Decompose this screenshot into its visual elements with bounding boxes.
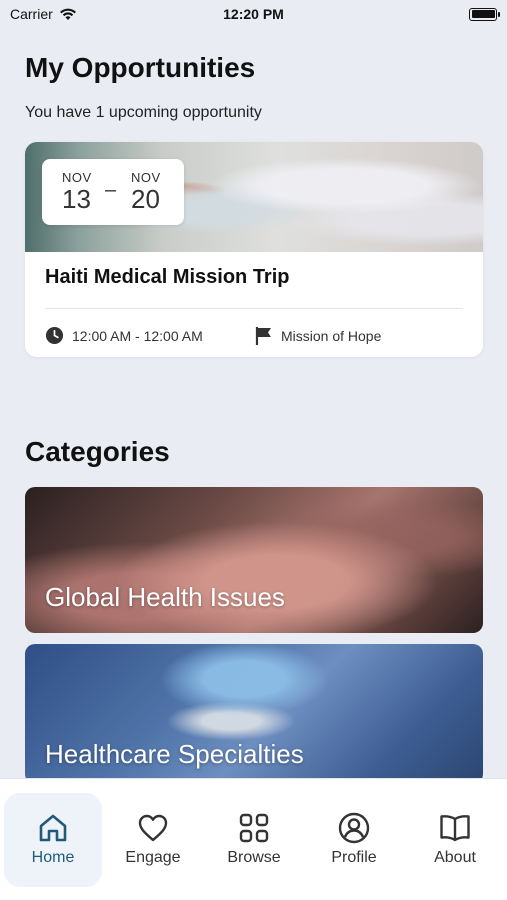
home-icon [39,814,67,842]
end-month: NOV [131,170,161,185]
date-range-badge: NOV 13 – NOV 20 [42,159,184,225]
heart-icon [138,814,168,842]
upcoming-count-text: You have 1 upcoming opportunity [25,104,262,121]
end-day: 20 [131,184,160,214]
start-day: 13 [62,184,91,214]
status-bar: Carrier 12:20 PM [0,0,507,28]
grid-icon [239,813,269,843]
battery-icon [469,7,500,21]
tab-about[interactable]: About [406,793,504,887]
tab-browse[interactable]: Browse [205,793,303,887]
opportunity-title: Haiti Medical Mission Trip [45,266,290,288]
category-global-health-issues[interactable]: Global Health Issues [25,487,483,633]
organization-text: Mission of Hope [281,328,382,344]
opportunity-time: 12:00 AM - 12:00 AM [45,326,203,345]
book-icon [440,815,470,842]
tab-label: Engage [125,849,181,866]
tab-engage[interactable]: Engage [104,793,202,887]
tab-home[interactable]: Home [4,793,102,887]
category-label: Global Health Issues [45,582,285,612]
wifi-icon [59,8,76,20]
opportunity-organization: Mission of Hope [255,326,381,346]
clock-icon [45,326,64,345]
tab-label: Profile [331,849,377,866]
category-healthcare-specialties[interactable]: Healthcare Specialties [25,644,483,784]
page-title: My Opportunities [25,52,256,83]
tab-label: About [434,849,476,866]
start-month: NOV [62,170,92,185]
categories-title: Categories [25,436,170,467]
carrier-label: Carrier [10,6,53,22]
tab-label: Home [31,849,75,866]
tab-label: Browse [227,849,281,866]
category-label: Healthcare Specialties [45,739,304,769]
date-separator: – [105,179,117,201]
tab-profile[interactable]: Profile [305,793,403,887]
user-circle-icon [338,812,370,844]
flag-icon [255,327,271,345]
opportunity-card[interactable]: NOV 13 – NOV 20 Haiti Medical Mission Tr… [25,142,483,357]
time-range-text: 12:00 AM - 12:00 AM [72,327,203,344]
divider [45,308,463,309]
tab-bar: Home Engage Browse Profile About [0,778,507,900]
status-left: Carrier [10,6,77,22]
